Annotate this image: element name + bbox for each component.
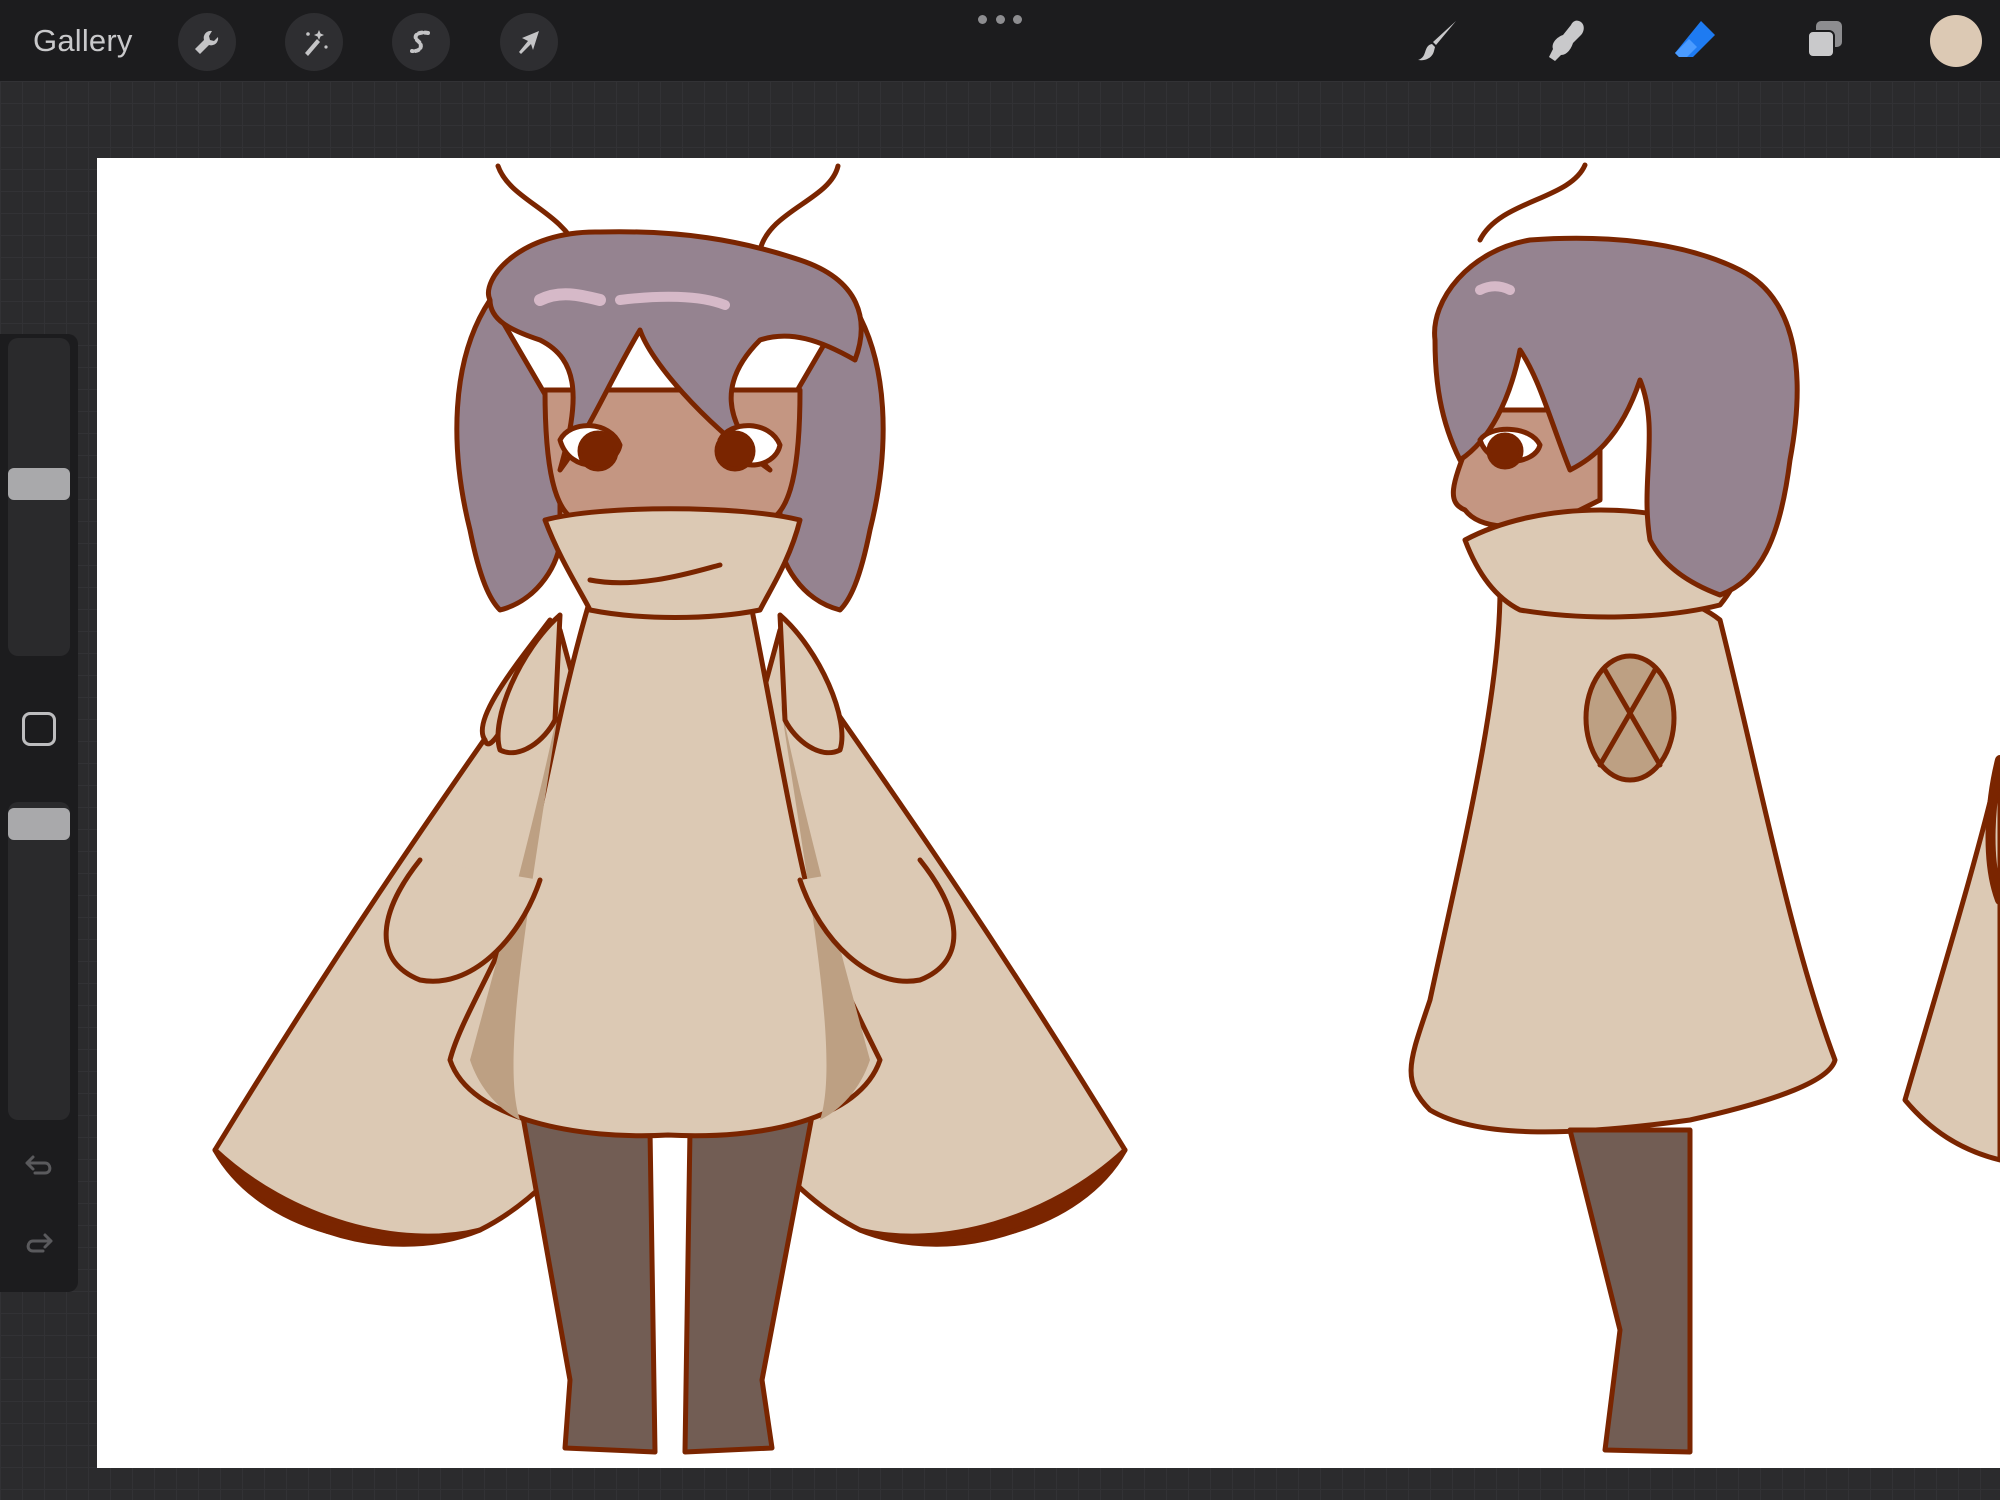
redo-arrow-icon	[26, 1233, 53, 1253]
magic-wand-icon	[305, 30, 328, 56]
top-toolbar: Gallery	[0, 0, 2000, 81]
eraser-tool-button[interactable]	[1665, 11, 1725, 71]
brush-size-thumb[interactable]	[8, 468, 70, 500]
smudge-tool-button[interactable]	[1535, 11, 1595, 71]
brush-tool-button[interactable]	[1408, 11, 1468, 71]
color-picker-swatch[interactable]	[1930, 15, 1982, 67]
moth-character-artwork	[212, 162, 2000, 1455]
layers-button[interactable]	[1796, 11, 1856, 71]
opacity-slider[interactable]	[8, 802, 70, 1120]
drawing-canvas[interactable]	[97, 158, 2000, 1468]
undo-button[interactable]	[18, 1146, 60, 1188]
arrow-cursor-icon	[519, 31, 539, 54]
eraser-icon	[1675, 21, 1715, 57]
undo-arrow-icon	[25, 1155, 52, 1175]
selection-s-icon	[410, 30, 430, 54]
more-options-icon[interactable]	[978, 13, 1022, 25]
layers-icon	[1807, 21, 1842, 58]
adjustments-button[interactable]	[285, 13, 343, 71]
opacity-thumb[interactable]	[8, 808, 70, 840]
left-sidebar	[0, 334, 78, 1292]
transform-button[interactable]	[500, 13, 558, 71]
selection-button[interactable]	[392, 13, 450, 71]
actions-button[interactable]	[178, 13, 236, 71]
modify-button[interactable]	[22, 712, 56, 746]
brush-icon	[1418, 21, 1456, 61]
gallery-button[interactable]: Gallery	[33, 20, 133, 62]
wrench-icon	[195, 30, 219, 54]
redo-button[interactable]	[18, 1224, 60, 1266]
smudge-finger-icon	[1549, 20, 1584, 61]
